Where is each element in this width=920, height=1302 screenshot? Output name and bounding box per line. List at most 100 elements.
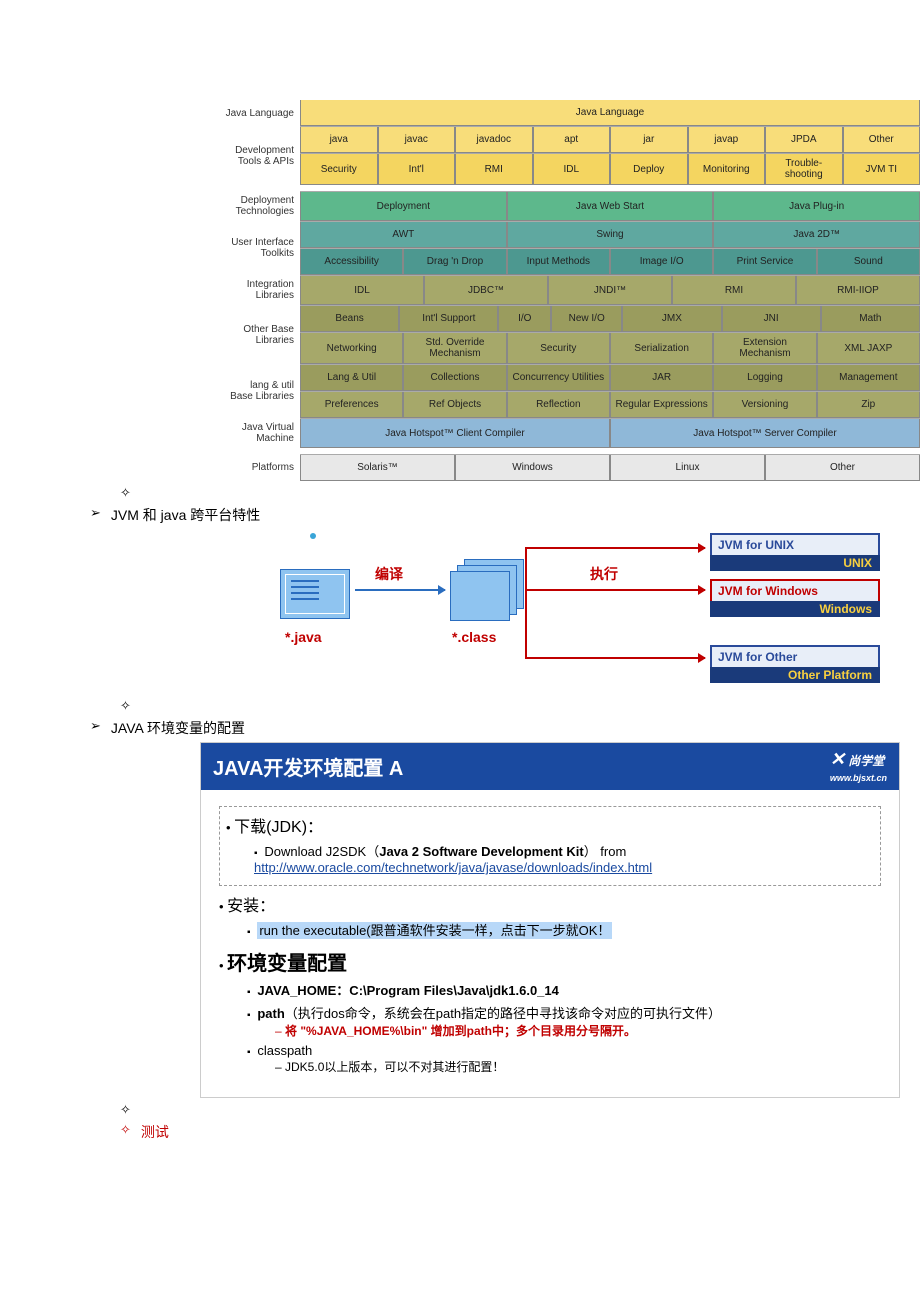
cell-management: Management	[817, 365, 920, 391]
cell-intl-tool: Int'l	[378, 154, 456, 185]
cell-troubleshoot: Trouble-shooting	[765, 154, 843, 185]
cell-java-language: Java Language	[300, 100, 920, 126]
cell-printservice: Print Service	[713, 249, 816, 275]
heading-jvm-crossplatform: JVM 和 java 跨平台特性	[111, 505, 260, 525]
cell-accessibility: Accessibility	[300, 249, 403, 275]
cell-beans: Beans	[300, 306, 399, 332]
cell-java: java	[300, 127, 378, 153]
cell-linux: Linux	[610, 455, 765, 481]
cell-security: Security	[507, 333, 610, 364]
cell-imageio: Image I/O	[610, 249, 713, 275]
path-detail: 将 "%JAVA_HOME%\bin" 增加到path中；多个目录用分号隔开。	[285, 1024, 636, 1038]
cell-jmx: JMX	[622, 306, 721, 332]
java-home-text: JAVA_HOME：C:\Program Files\Java\jdk1.6.0…	[257, 983, 559, 998]
cell-java2d: Java 2D™	[713, 222, 920, 248]
install-text: run the executable(跟普通软件安装一样，点击下一步就OK！	[257, 922, 612, 939]
cell-newio: New I/O	[551, 306, 622, 332]
cell-regex: Regular Expressions	[610, 392, 713, 418]
cell-idl: IDL	[300, 276, 424, 305]
jdk-architecture-diagram: J2SE API Java Language Java Language Dev…	[200, 100, 920, 481]
jvm-windows-box: JVM for Windows	[710, 579, 880, 603]
cell-rmi-iiop: RMI-IIOP	[796, 276, 920, 305]
arrow-icon: ➢	[90, 718, 101, 734]
cell-math: Math	[821, 306, 920, 332]
arrow-exec1	[525, 589, 705, 591]
heading-test: 测试	[141, 1122, 169, 1142]
platform-windows: Windows	[710, 601, 880, 617]
cell-refobjects: Ref Objects	[403, 392, 506, 418]
path-label: path	[257, 1006, 284, 1021]
classpath-detail: JDK5.0以上版本，可以不对其进行配置！	[275, 1058, 881, 1075]
cell-serialization: Serialization	[610, 333, 713, 364]
cell-other-plat: Other	[765, 455, 920, 481]
label-ui-toolkits: User InterfaceToolkits	[231, 237, 294, 259]
cell-webstart: Java Web Start	[507, 192, 714, 221]
cell-versioning: Versioning	[713, 392, 816, 418]
diamond-icon: ✧	[120, 698, 131, 714]
label-platforms: Platforms	[252, 462, 294, 473]
cell-other-tool: Other	[843, 127, 920, 153]
label-integration: IntegrationLibraries	[247, 279, 294, 301]
cell-inputmethods: Input Methods	[507, 249, 610, 275]
cell-jni: JNI	[722, 306, 821, 332]
label-execute: 执行	[590, 564, 618, 584]
cell-jar: jar	[610, 127, 688, 153]
cell-hotspot-client: Java Hotspot™ Client Compiler	[300, 419, 610, 448]
cell-concurrency: Concurrency Utilities	[507, 365, 610, 391]
label-java-language: Java Language	[226, 108, 294, 119]
cell-preferences: Preferences	[300, 392, 403, 418]
cell-sound: Sound	[817, 249, 920, 275]
cell-langutil: Lang & Util	[300, 365, 403, 391]
decoration-dot	[310, 533, 316, 539]
cell-rmi: RMI	[672, 276, 796, 305]
cell-idl-tool: IDL	[533, 154, 611, 185]
cell-extension: Extension Mechanism	[713, 333, 816, 364]
diamond-icon: ✧	[120, 485, 131, 501]
cell-monitoring: Monitoring	[688, 154, 766, 185]
arrow-compile	[355, 589, 445, 591]
cell-jar-lib: JAR	[610, 365, 713, 391]
cell-swing: Swing	[507, 222, 714, 248]
download-text: Download J2SDK（Java 2 Software Developme…	[254, 841, 874, 875]
cell-javap: javap	[688, 127, 766, 153]
cell-io: I/O	[498, 306, 551, 332]
jvm-unix-box: JVM for UNIX	[710, 533, 880, 557]
cell-javac: javac	[378, 127, 456, 153]
jvm-crossplatform-diagram: 编译 执行 *.java *.class JVM for UNIX UNIX J…	[220, 529, 900, 694]
cell-windows: Windows	[455, 455, 610, 481]
cell-logging: Logging	[713, 365, 816, 391]
item-install: 安装：	[227, 898, 275, 915]
platform-other: Other Platform	[710, 667, 880, 683]
cell-jvmti: JVM TI	[843, 154, 920, 185]
item-envvar: 环境变量配置	[227, 953, 347, 975]
jvm-other-box: JVM for Other	[710, 645, 880, 669]
class-files-icon	[450, 559, 520, 619]
cell-reflection: Reflection	[507, 392, 610, 418]
cell-awt: AWT	[300, 222, 507, 248]
label-other-base: Other BaseLibraries	[243, 324, 294, 346]
label-deploy-tech: DeploymentTechnologies	[236, 195, 294, 217]
cell-stdoverride: Std. Override Mechanism	[403, 333, 506, 364]
label-dev-tools: DevelopmentTools & APIs	[235, 145, 294, 167]
cell-apt: apt	[533, 127, 611, 153]
diamond-icon: ✧	[120, 1122, 131, 1138]
cell-intlsupport: Int'l Support	[399, 306, 498, 332]
item-download: 下载(JDK)：	[234, 819, 323, 836]
cell-plugin: Java Plug-in	[713, 192, 920, 221]
slide-logo: ✕ 尚学堂www.bjsxt.cn	[830, 749, 887, 784]
platform-unix: UNIX	[710, 555, 880, 571]
label-lang-util: lang & utilBase Libraries	[230, 380, 294, 402]
download-link[interactable]: http://www.oracle.com/technetwork/java/j…	[254, 860, 652, 875]
cell-hotspot-server: Java Hotspot™ Server Compiler	[610, 419, 920, 448]
arrow-icon: ➢	[90, 505, 101, 521]
cell-solaris: Solaris™	[300, 455, 455, 481]
arrow-exec-up	[525, 547, 705, 549]
path-desc: （执行dos命令，系统会在path指定的路径中寻找该命令对应的可执行文件）	[285, 1006, 721, 1021]
classpath-label: classpath	[257, 1043, 312, 1058]
label-class-ext: *.class	[452, 629, 496, 645]
arrow-branch-vert	[525, 547, 527, 659]
heading-env-config: JAVA 环境变量的配置	[111, 718, 245, 738]
java-file-icon	[280, 569, 350, 619]
cell-deploy-tool: Deploy	[610, 154, 688, 185]
label-compile: 编译	[375, 564, 403, 584]
